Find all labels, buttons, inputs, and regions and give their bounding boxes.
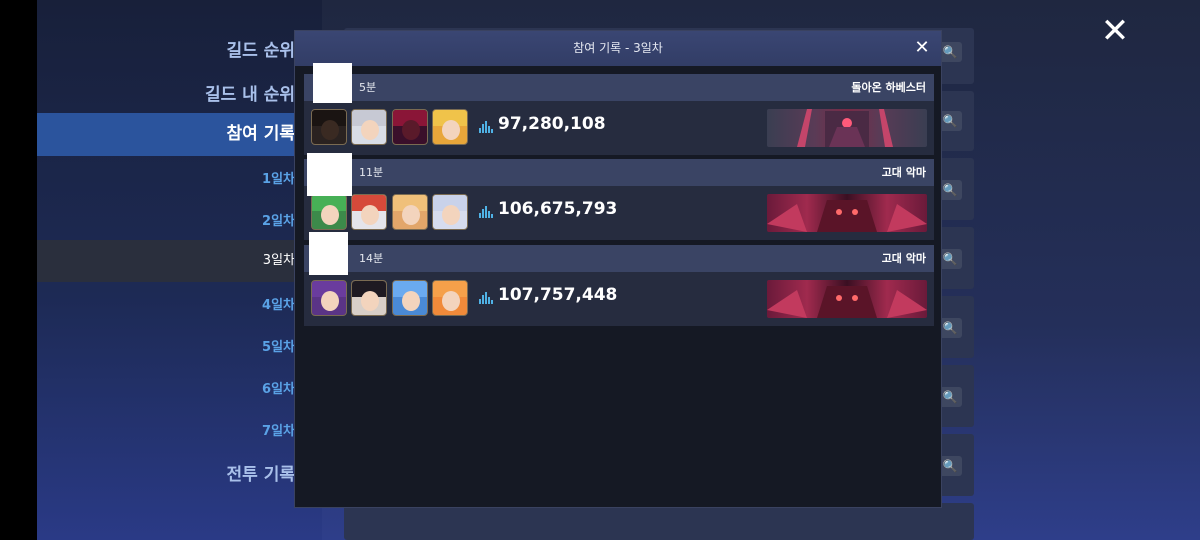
hero-portrait[interactable] — [311, 109, 347, 145]
redacted-avatar — [313, 63, 352, 103]
sidebar-item-participation-record[interactable]: 참여 기록 — [37, 113, 322, 156]
sidebar-item-day7[interactable]: 7일차 — [37, 420, 322, 439]
sidebar-item-label: 3일차 — [262, 253, 295, 268]
hero-portrait[interactable] — [311, 280, 347, 316]
record-card[interactable]: 14분 고대 악마 107,757,448 — [304, 232, 934, 326]
sidebar-item-day2[interactable]: 2일차 — [37, 210, 322, 229]
sidebar-item-day1[interactable]: 1일차 — [37, 168, 322, 187]
redacted-avatar — [307, 153, 352, 196]
sidebar-item-label: 길드 내 순위 — [204, 85, 295, 105]
hero-portrait[interactable] — [392, 109, 428, 145]
sidebar-item-label: 1일차 — [262, 172, 295, 187]
sidebar-item-battle-record[interactable]: 전투 기록 — [37, 460, 322, 485]
boss-name: 돌아온 하베스터 — [851, 81, 926, 94]
record-header — [304, 245, 934, 272]
hero-portrait[interactable] — [351, 280, 387, 316]
redacted-avatar — [309, 232, 348, 275]
modal-title: 참여 기록 - 3일차 — [573, 41, 663, 55]
record-header — [304, 74, 934, 101]
record-time: 5분 — [359, 81, 377, 94]
hero-portrait[interactable] — [351, 194, 387, 230]
hero-portrait[interactable] — [392, 280, 428, 316]
sidebar-item-label: 길드 순위 — [226, 41, 295, 61]
record-time: 11분 — [359, 166, 384, 179]
close-icon[interactable]: ✕ — [1100, 14, 1130, 48]
hero-portrait[interactable] — [351, 109, 387, 145]
ancient-demon-art — [767, 286, 927, 318]
boss-thumbnail — [767, 280, 927, 318]
sidebar-item-label: 6일차 — [262, 382, 295, 397]
sidebar-item-label: 참여 기록 — [226, 124, 295, 144]
record-card[interactable]: 5분 돌아온 하베스터 97,280,108 — [304, 63, 934, 155]
sidebar-item-guild-inner-rank[interactable]: 길드 내 순위 — [37, 80, 322, 105]
record-team-row: 97,280,108 — [304, 101, 934, 155]
sidebar-item-label: 5일차 — [262, 340, 295, 355]
participation-record-modal: 참여 기록 - 3일차 ✕ 5분 돌아온 하베스터 97,280,108 11분… — [294, 30, 942, 508]
boss-name: 고대 악마 — [881, 166, 926, 179]
hero-portrait[interactable] — [432, 109, 468, 145]
boss-thumbnail — [767, 109, 927, 147]
record-time: 14분 — [359, 252, 384, 265]
sidebar-item-guild-rank[interactable]: 길드 순위 — [37, 36, 322, 61]
damage-score: 106,675,793 — [498, 199, 618, 219]
sidebar-item-label: 전투 기록 — [226, 465, 295, 485]
sidebar: 길드 순위 길드 내 순위 참여 기록 1일차 2일차 3일차 4일차 5일차 … — [37, 0, 322, 540]
damage-score: 97,280,108 — [498, 114, 606, 134]
modal-close-icon[interactable]: ✕ — [911, 37, 933, 59]
record-card[interactable]: 11분 고대 악마 106,675,793 — [304, 153, 934, 240]
record-header — [304, 159, 934, 186]
sidebar-item-day6[interactable]: 6일차 — [37, 378, 322, 397]
boss-name: 고대 악마 — [881, 252, 926, 265]
score-chart-icon — [479, 206, 493, 218]
damage-score: 107,757,448 — [498, 285, 618, 305]
score-chart-icon — [479, 121, 493, 133]
hero-portrait[interactable] — [432, 194, 468, 230]
sidebar-item-day4[interactable]: 4일차 — [37, 294, 322, 313]
record-team-row: 106,675,793 — [304, 186, 934, 240]
score-chart-icon — [479, 292, 493, 304]
sidebar-item-day5[interactable]: 5일차 — [37, 336, 322, 355]
sidebar-item-day3[interactable]: 3일차 — [37, 240, 322, 282]
hero-portrait[interactable] — [392, 194, 428, 230]
bg-list-row — [344, 503, 974, 540]
sidebar-item-label: 2일차 — [262, 214, 295, 229]
left-edge — [0, 0, 37, 540]
record-team-row: 107,757,448 — [304, 272, 934, 326]
harvester-art — [797, 109, 893, 147]
ancient-demon-art — [767, 200, 927, 232]
hero-portrait[interactable] — [432, 280, 468, 316]
sidebar-item-label: 4일차 — [262, 298, 295, 313]
boss-thumbnail — [767, 194, 927, 232]
hero-portrait[interactable] — [311, 194, 347, 230]
sidebar-item-label: 7일차 — [262, 424, 295, 439]
